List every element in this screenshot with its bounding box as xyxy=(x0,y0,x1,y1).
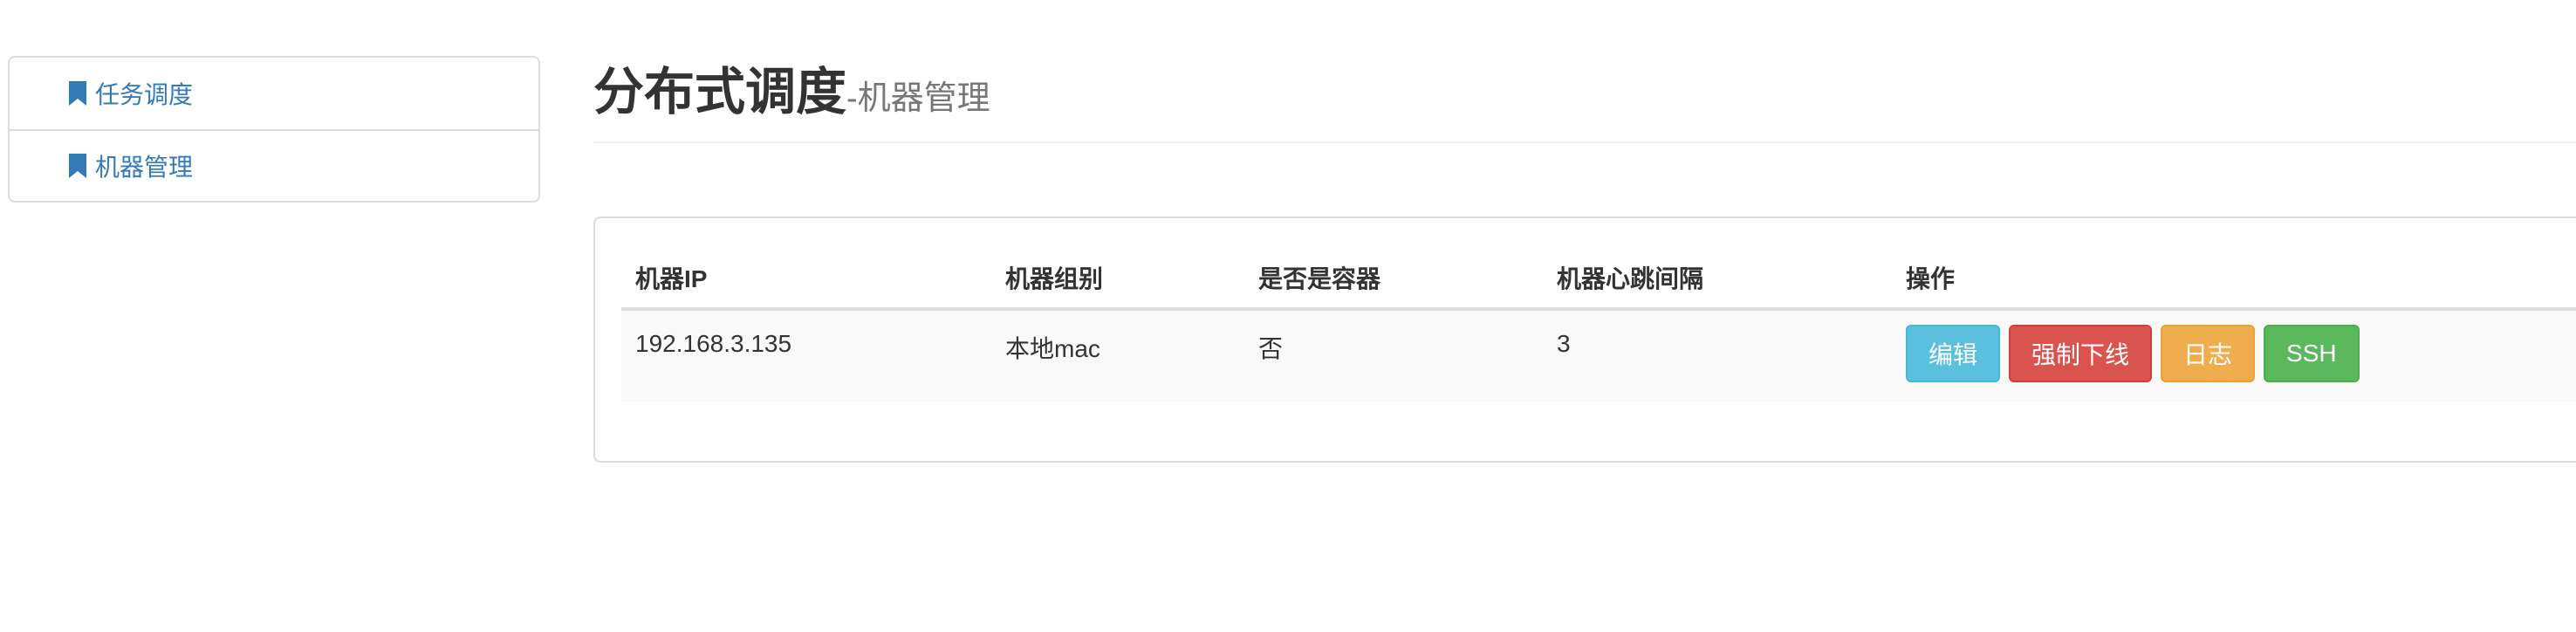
page-title-text: 分布式调度 xyxy=(593,64,847,120)
log-button[interactable]: 日志 xyxy=(2161,325,2256,382)
bookmark-icon xyxy=(69,154,86,178)
ssh-button[interactable]: SSH xyxy=(2264,325,2360,382)
column-header-heartbeat: 机器心跳间隔 xyxy=(1557,265,1704,292)
cell-ip: 192.168.3.135 xyxy=(635,330,792,357)
sidebar-item-label: 任务调度 xyxy=(95,81,194,108)
sidebar: 任务调度 机器管理 xyxy=(8,56,540,203)
column-header-actions: 操作 xyxy=(1906,265,1956,292)
sidebar-item-machine-management[interactable]: 机器管理 xyxy=(10,129,538,201)
row-actions: 编辑 强制下线 日志 SSH xyxy=(1906,325,2360,382)
page: 任务调度 机器管理 分布式调度-机器管理 机器IP 机器组别 是否是容器 机器心… xyxy=(0,0,2576,632)
column-header-group: 机器组别 xyxy=(1005,265,1104,292)
cell-group: 本地mac xyxy=(1005,335,1100,362)
column-header-is-container: 是否是容器 xyxy=(1258,265,1381,292)
cell-heartbeat: 3 xyxy=(1557,330,1571,357)
page-subtitle: -机器管理 xyxy=(846,80,990,117)
force-offline-button[interactable]: 强制下线 xyxy=(2009,325,2153,382)
machine-table-panel: 机器IP 机器组别 是否是容器 机器心跳间隔 操作 192.168.3.135 … xyxy=(593,216,2576,463)
page-header: 分布式调度-机器管理 xyxy=(593,44,2576,143)
edit-button[interactable]: 编辑 xyxy=(1906,325,2001,382)
bookmark-icon xyxy=(69,81,86,106)
page-title: 分布式调度-机器管理 xyxy=(593,51,990,124)
column-header-ip: 机器IP xyxy=(635,265,708,292)
sidebar-item-label: 机器管理 xyxy=(95,154,194,181)
cell-is-container: 否 xyxy=(1258,335,1284,362)
sidebar-item-task-scheduling[interactable]: 任务调度 xyxy=(10,58,538,129)
